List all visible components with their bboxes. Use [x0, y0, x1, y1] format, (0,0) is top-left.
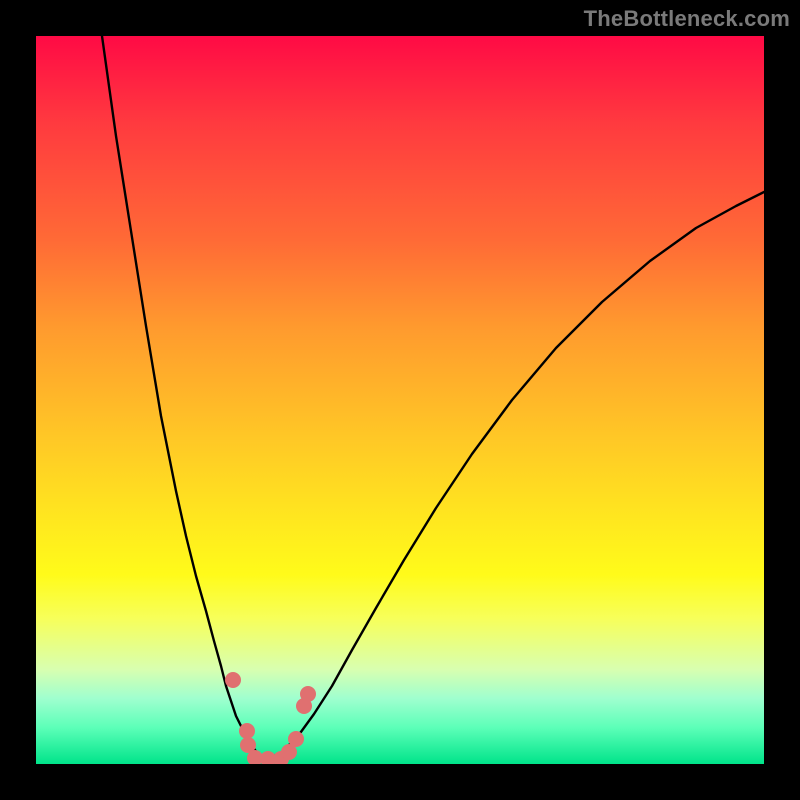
curve-right-branch	[266, 192, 764, 760]
data-marker	[296, 698, 312, 714]
data-marker	[239, 723, 255, 739]
data-marker	[225, 672, 241, 688]
data-marker	[288, 731, 304, 747]
data-marker	[281, 744, 297, 760]
chart-plot-area	[36, 36, 764, 764]
data-marker	[273, 751, 289, 764]
watermark-text: TheBottleneck.com	[584, 6, 790, 32]
data-marker	[300, 686, 316, 702]
curve-left-branch	[102, 36, 266, 760]
data-marker	[240, 737, 256, 753]
data-marker	[247, 750, 263, 764]
data-marker	[260, 751, 276, 764]
bottleneck-curve	[36, 36, 764, 764]
